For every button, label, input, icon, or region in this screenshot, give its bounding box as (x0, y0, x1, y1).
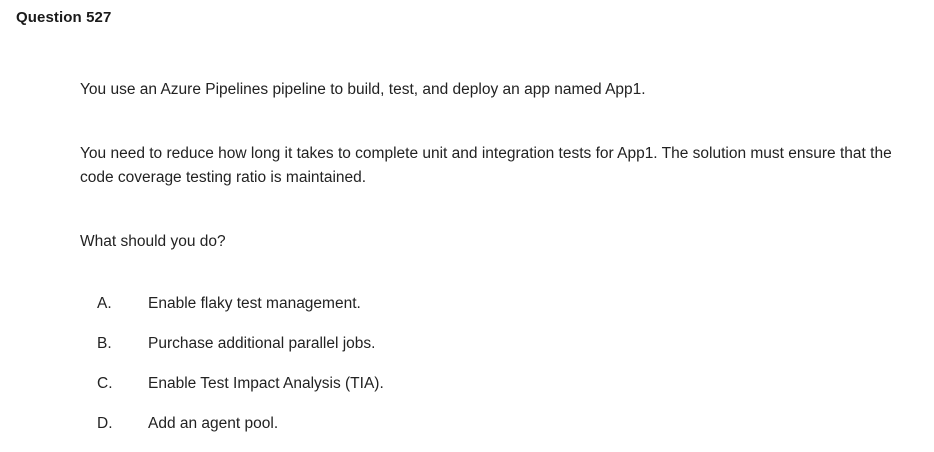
option-letter: C. (97, 375, 113, 392)
answer-option-c[interactable]: C. Enable Test Impact Analysis (TIA). (97, 372, 897, 412)
answer-option-d[interactable]: D. Add an agent pool. (97, 412, 897, 452)
answer-options-list: A. Enable flaky test management. B. Purc… (97, 292, 897, 452)
option-text: Add an agent pool. (148, 415, 279, 432)
question-title: Question 527 (16, 9, 112, 26)
answer-option-b[interactable]: B. Purchase additional parallel jobs. (97, 332, 897, 372)
question-prompt: What should you do? (80, 233, 226, 250)
question-paragraph-requirement: You need to reduce how long it takes to … (80, 145, 892, 186)
option-letter: A. (97, 295, 112, 312)
option-letter: B. (97, 335, 112, 352)
option-text: Enable Test Impact Analysis (TIA). (148, 375, 384, 392)
question-paragraph-context: You use an Azure Pipelines pipeline to b… (80, 81, 646, 98)
option-letter: D. (97, 415, 113, 432)
answer-option-a[interactable]: A. Enable flaky test management. (97, 292, 897, 332)
option-text: Purchase additional parallel jobs. (148, 335, 376, 352)
option-text: Enable flaky test management. (148, 295, 361, 312)
